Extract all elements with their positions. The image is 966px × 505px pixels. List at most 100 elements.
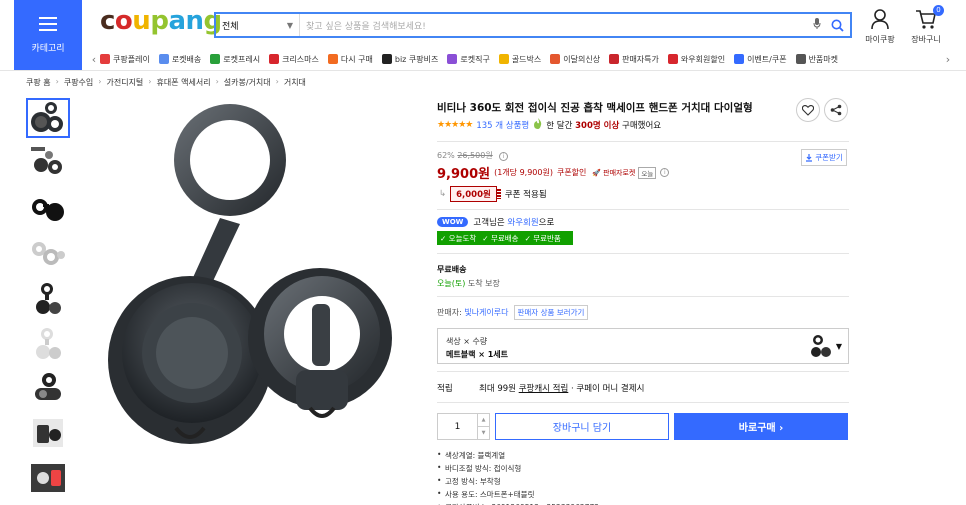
info-icon[interactable]: i	[660, 168, 670, 177]
category-label: 카테고리	[31, 43, 65, 54]
shortcut-item[interactable]: 쿠팡플레이	[100, 54, 150, 65]
shortcut-item[interactable]: 로켓직구	[447, 54, 490, 65]
thumbnail-8[interactable]	[26, 413, 70, 453]
member-link[interactable]: 와우회원	[507, 216, 538, 228]
reward-prefix: 최대 99원	[479, 384, 516, 394]
shortcut-item[interactable]: 이벤트/쿠폰	[734, 54, 787, 65]
option-label: 색상 × 수량	[446, 337, 488, 346]
thumbnail-3[interactable]	[26, 188, 70, 228]
thumbnail-9[interactable]	[26, 458, 70, 498]
breadcrumb-item[interactable]: 휴대폰 액세서리	[157, 77, 211, 88]
shortcut-label: 다시 구매	[340, 54, 373, 64]
shortcut-item[interactable]: 다시 구매	[327, 54, 373, 65]
coupon-amount: 6,000원	[450, 186, 501, 202]
shortcut-label: 크리스마스	[282, 54, 319, 64]
reward-link[interactable]: 쿠팡캐시 적립	[519, 384, 569, 394]
cart-count-badge: 0	[933, 5, 944, 16]
seller-products-link[interactable]: 판매자 상품 보러가기	[513, 305, 589, 320]
hamburger-icon	[39, 16, 57, 31]
header-divider	[0, 70, 966, 71]
quantity-down-icon[interactable]: ▼	[478, 426, 489, 439]
member-text-1: 고객님은	[473, 218, 505, 228]
divider	[437, 371, 849, 372]
chevron-left-icon[interactable]: ‹	[88, 53, 100, 66]
breadcrumb-item[interactable]: 쿠팡수입	[64, 77, 93, 88]
download-icon	[806, 153, 813, 162]
cart-button[interactable]: 0 장바구니	[904, 5, 948, 45]
category-menu-button[interactable]: 카테고리	[14, 0, 82, 70]
rocket-icon: 🚀	[592, 168, 602, 177]
microphone-icon[interactable]	[810, 17, 824, 33]
shortcut-item[interactable]: 이달의신상	[550, 54, 600, 65]
shortcut-label: 골드박스	[511, 54, 542, 64]
chevron-right-icon[interactable]: ›	[942, 53, 954, 66]
breadcrumb-item[interactable]: 가전디지털	[106, 77, 143, 88]
unit-price: (1개당 9,900원)	[494, 168, 553, 177]
heart-icon	[802, 104, 814, 116]
member-row: WOW 고객님은 와우회원 으로	[437, 216, 849, 228]
breadcrumb-item[interactable]: 거치대	[284, 77, 306, 88]
chevron-down-icon: ▼	[286, 20, 293, 30]
shortcut-item[interactable]: biz 쿠팡비즈	[381, 54, 438, 65]
coupon-discount-tag: 쿠폰할인	[556, 168, 587, 177]
shortcut-label: 반품마켓	[808, 54, 839, 64]
shortcut-icon	[210, 54, 221, 64]
option-value: 메트블랙 × 1세트	[446, 350, 508, 359]
add-to-cart-button[interactable]: 장바구니 담기	[495, 413, 669, 440]
info-icon[interactable]: i	[499, 152, 509, 161]
member-text-2: 으로	[538, 218, 555, 228]
search-icon[interactable]	[824, 19, 850, 32]
breadcrumb-item[interactable]: 쿠팡 홈	[26, 77, 51, 88]
product-main-image[interactable]	[100, 98, 410, 448]
coupon-applied-text: 쿠폰 적용됨	[504, 190, 547, 200]
my-coupang-button[interactable]: 마이쿠팡	[858, 8, 902, 45]
shortcut-icon	[667, 54, 678, 64]
thumbnail-4[interactable]	[26, 233, 70, 273]
reward-label: 적립	[437, 384, 453, 394]
quantity-up-icon[interactable]: ▲	[478, 414, 489, 426]
divider	[437, 296, 849, 297]
shortcut-icon	[269, 54, 280, 64]
thumbnail-2[interactable]	[26, 143, 70, 183]
shortcut-item[interactable]: 와우회원할인	[667, 54, 726, 65]
search-input[interactable]: 찾고 싶은 상품을 검색해보세요!	[300, 19, 810, 32]
seller-label: 판매자:	[437, 308, 462, 317]
favorite-button[interactable]	[796, 98, 820, 122]
breadcrumb-separator: ›	[148, 77, 152, 86]
quantity-input[interactable]: 1	[438, 414, 477, 439]
thumbnail-7[interactable]	[26, 368, 70, 408]
share-button[interactable]	[824, 98, 848, 122]
shortcut-item[interactable]: 골드박스	[498, 54, 542, 65]
seller-row: 판매자: 빛나게이루다 판매자 상품 보러가기	[437, 305, 849, 320]
price-section: 62% 26,500원 i 9,900원 (1개당 9,900원) 쿠폰할인 🚀…	[437, 150, 849, 202]
spec-item: 사용 용도: 스마트폰+태블릿	[437, 489, 849, 500]
shipping-guarantee: 도착 보장	[467, 279, 500, 288]
reward-suffix: · 쿠페이 머니 결제시	[571, 384, 645, 394]
buy-now-button[interactable]: 바로구매 ›	[674, 413, 848, 440]
shortcut-item[interactable]: 판매자특가	[609, 54, 659, 65]
coupon-download-button[interactable]: 쿠폰받기	[801, 149, 847, 166]
seller-name[interactable]: 빛나게이루다	[464, 307, 508, 318]
shortcut-item[interactable]: 크리스마스	[269, 54, 319, 65]
shortcut-icon	[327, 54, 338, 64]
spec-list: 색상계열: 블랙계열바디조절 방식: 접이식형고정 방식: 부착형사용 용도: …	[437, 450, 849, 505]
search-category-select[interactable]: 전체 ▼	[216, 14, 300, 36]
breadcrumb-item[interactable]: 설카봉/거치대	[224, 77, 271, 88]
shortcut-item[interactable]: 반품마켓	[795, 54, 839, 65]
spec-item: 고정 방식: 부착형	[437, 476, 849, 487]
shortcut-label: 쿠팡플레이	[113, 54, 150, 64]
thumbnail-6[interactable]	[26, 323, 70, 363]
shortcut-label: 와우회원할인	[680, 54, 726, 64]
my-coupang-label: 마이쿠팡	[865, 35, 895, 44]
thumbnail-1[interactable]	[26, 98, 70, 138]
shortcut-item[interactable]: 로켓배송	[158, 54, 201, 65]
chevron-down-icon: ▼	[835, 342, 842, 351]
shipping-day: 오늘(토)	[437, 279, 466, 288]
wow-badge: WOW	[437, 217, 469, 227]
perk-item: ✓ 무료반품	[524, 233, 561, 243]
thumbnail-5[interactable]	[26, 278, 70, 318]
coupang-logo[interactable]: coupang	[100, 6, 222, 36]
breadcrumb-separator: ›	[275, 77, 279, 86]
shortcut-item[interactable]: 로켓프레시	[210, 54, 260, 65]
option-selector[interactable]: 색상 × 수량 메트블랙 × 1세트 ▼	[437, 328, 849, 364]
